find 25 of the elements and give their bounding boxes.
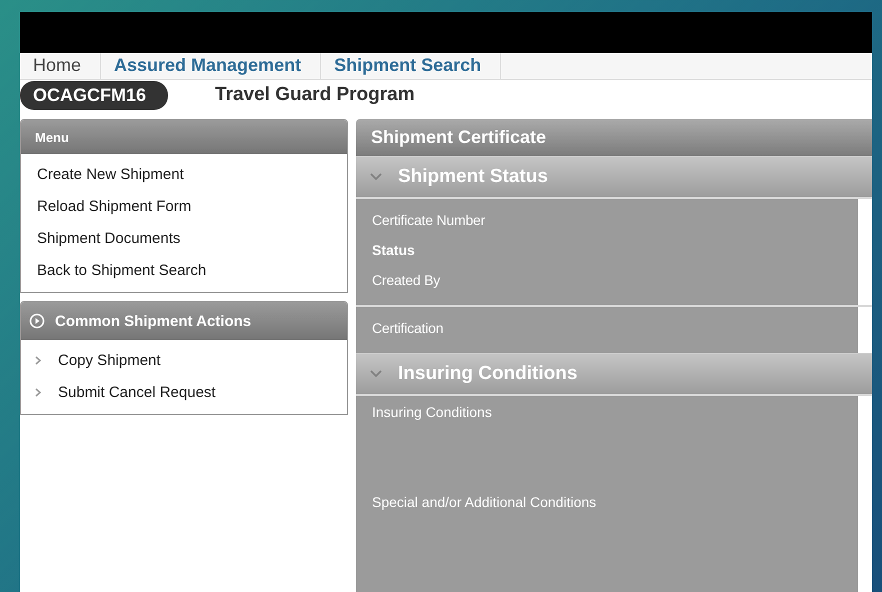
menu-item[interactable]: Reload Shipment Form bbox=[21, 190, 347, 222]
menu-item[interactable]: Shipment Documents bbox=[21, 222, 347, 254]
nav-tab[interactable]: Shipment Search bbox=[321, 53, 502, 79]
certificate-title: Shipment Certificate bbox=[371, 127, 546, 148]
action-link[interactable]: Copy Shipment bbox=[58, 352, 161, 368]
chevron-right-icon bbox=[35, 388, 41, 396]
action-link[interactable]: Submit Cancel Request bbox=[58, 384, 216, 400]
field-label: Certificate Number bbox=[372, 212, 486, 228]
field-label: Created By bbox=[372, 272, 440, 288]
field-label: Certification bbox=[372, 320, 444, 336]
menu-title: Menu bbox=[35, 130, 69, 144]
field-label: Status bbox=[372, 242, 415, 258]
menu-item[interactable]: Create New Shipment bbox=[21, 158, 347, 190]
chevron-right-icon bbox=[35, 356, 41, 364]
program-name: Travel Guard Program bbox=[215, 84, 415, 106]
nav-tab[interactable]: Home bbox=[20, 53, 102, 79]
menu-item[interactable]: Back to Shipment Search bbox=[21, 254, 347, 286]
actions-title: Common Shipment Actions bbox=[55, 312, 252, 330]
play-circle-icon bbox=[29, 313, 45, 329]
field-label: Insuring Conditions bbox=[372, 404, 492, 420]
section-title: Shipment Status bbox=[398, 166, 548, 188]
nav-tab[interactable]: Assured Management bbox=[101, 53, 322, 79]
field-label: Special and/or Additional Conditions bbox=[372, 494, 596, 510]
section-title: Insuring Conditions bbox=[398, 363, 578, 385]
program-code-badge: OCAGCFM16 bbox=[20, 80, 168, 110]
